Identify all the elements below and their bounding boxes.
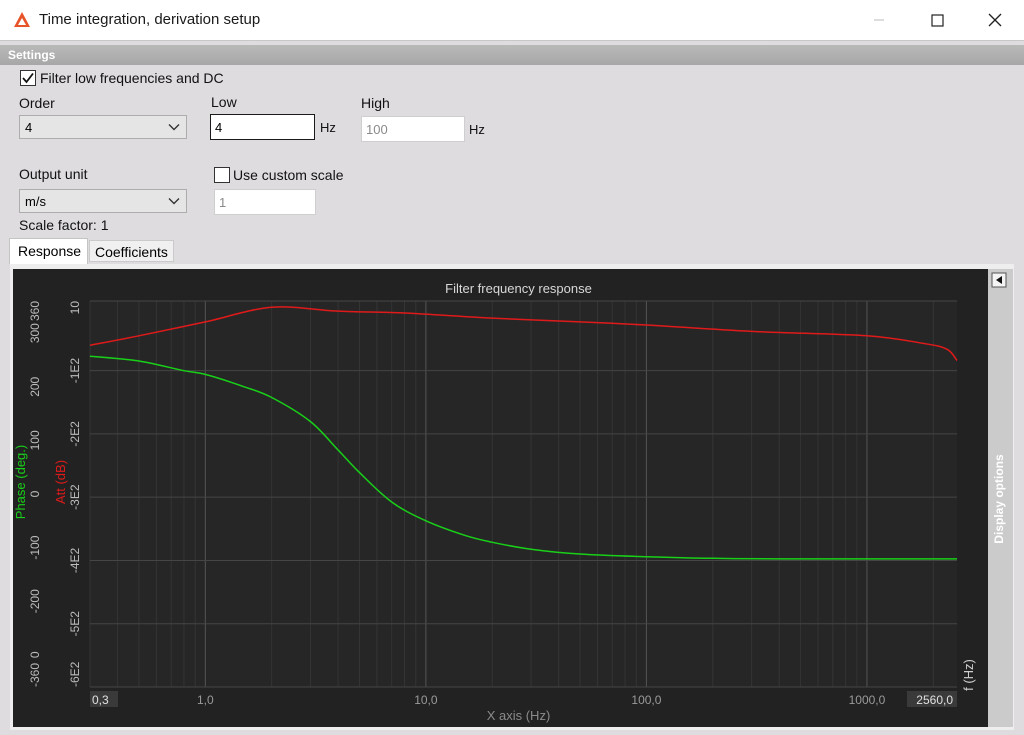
dialog-body: Settings Filter low frequencies and DC O… [0, 40, 1024, 735]
settings-header-label: Settings [8, 48, 56, 62]
app-logo-icon [14, 12, 30, 27]
phase-tick-label: 360 [28, 301, 42, 321]
output-unit-value: m/s [25, 194, 46, 209]
output-unit-label: Output unit [19, 166, 88, 182]
output-unit-select[interactable]: m/s [19, 189, 187, 213]
plot-area [90, 301, 957, 687]
close-button[interactable] [966, 0, 1024, 40]
minimize-button[interactable] [850, 0, 908, 40]
low-unit-label: Hz [320, 120, 336, 135]
phase-axis-label: Phase (deg.) [13, 445, 28, 519]
minimize-icon [874, 19, 884, 21]
phase-tick-label: -200 [28, 589, 42, 613]
phase-tick-label: 0 [28, 651, 42, 658]
use-custom-scale-label[interactable]: Use custom scale [233, 167, 343, 183]
chevron-down-icon [168, 198, 180, 205]
response-panel: Filter frequency response 360 300 200 100 0 -1… [10, 264, 1014, 730]
x-tick-label: 1,0 [197, 693, 214, 707]
window-title: Time integration, derivation setup [39, 11, 261, 28]
filter-low-frequencies-label[interactable]: Filter low frequencies and DC [40, 70, 224, 86]
phase-tick-label: 300 [28, 323, 42, 343]
chart-title: Filter frequency response [445, 281, 592, 296]
att-tick-label: -4E2 [68, 547, 82, 573]
settings-header: Settings [0, 45, 1024, 65]
att-tick-label: -2E2 [68, 421, 82, 447]
title-bar: Time integration, derivation setup [0, 0, 1024, 40]
x-tick-label: 1000,0 [849, 693, 886, 707]
x-unit-label: f (Hz) [961, 659, 976, 691]
tab-response-label: Response [18, 243, 82, 259]
low-frequency-value: 4 [215, 120, 223, 135]
phase-tick-label: 200 [28, 376, 42, 396]
custom-scale-input[interactable]: 1 [214, 189, 316, 215]
high-frequency-value: 100 [366, 122, 388, 137]
phase-tick-label: -360 [28, 663, 42, 687]
high-frequency-input[interactable]: 100 [361, 116, 465, 142]
order-value: 4 [25, 120, 33, 135]
high-label: High [361, 95, 390, 111]
phase-tick-label: -100 [28, 535, 42, 559]
use-custom-scale-checkbox[interactable] [214, 167, 230, 183]
att-axis-label: Att (dB) [53, 460, 68, 504]
maximize-button[interactable] [908, 0, 966, 40]
x-tick-label: 2560,0 [916, 693, 953, 707]
x-axis-label: X axis (Hz) [487, 708, 551, 723]
close-icon [988, 13, 1002, 27]
low-label: Low [211, 94, 237, 110]
display-options-label: Display options [992, 454, 1006, 544]
chevron-down-icon [168, 124, 180, 131]
att-tick-label: 10 [68, 301, 82, 315]
maximize-icon [930, 13, 944, 27]
high-unit-label: Hz [469, 122, 485, 137]
x-tick-label: 100,0 [631, 693, 661, 707]
att-tick-label: -1E2 [68, 358, 82, 384]
x-tick-label: 0,3 [92, 693, 109, 707]
tab-coefficients-label: Coefficients [95, 244, 168, 260]
frequency-response-chart[interactable]: Filter frequency response3603002001000-1… [13, 269, 1013, 727]
att-tick-label: -5E2 [68, 611, 82, 637]
order-select[interactable]: 4 [19, 115, 187, 139]
tab-response[interactable]: Response [9, 238, 88, 264]
scale-factor-text: Scale factor: 1 [19, 217, 109, 233]
filter-low-frequencies-checkbox[interactable] [20, 70, 36, 86]
att-tick-label: -6E2 [68, 661, 82, 687]
tab-coefficients[interactable]: Coefficients [89, 240, 174, 262]
phase-tick-label: 0 [28, 490, 42, 497]
low-frequency-input[interactable]: 4 [210, 114, 315, 140]
custom-scale-value: 1 [219, 195, 227, 210]
x-tick-label: 10,0 [414, 693, 438, 707]
checkmark-icon [22, 72, 34, 84]
att-tick-label: -3E2 [68, 484, 82, 510]
order-label: Order [19, 95, 55, 111]
phase-tick-label: 100 [28, 430, 42, 450]
